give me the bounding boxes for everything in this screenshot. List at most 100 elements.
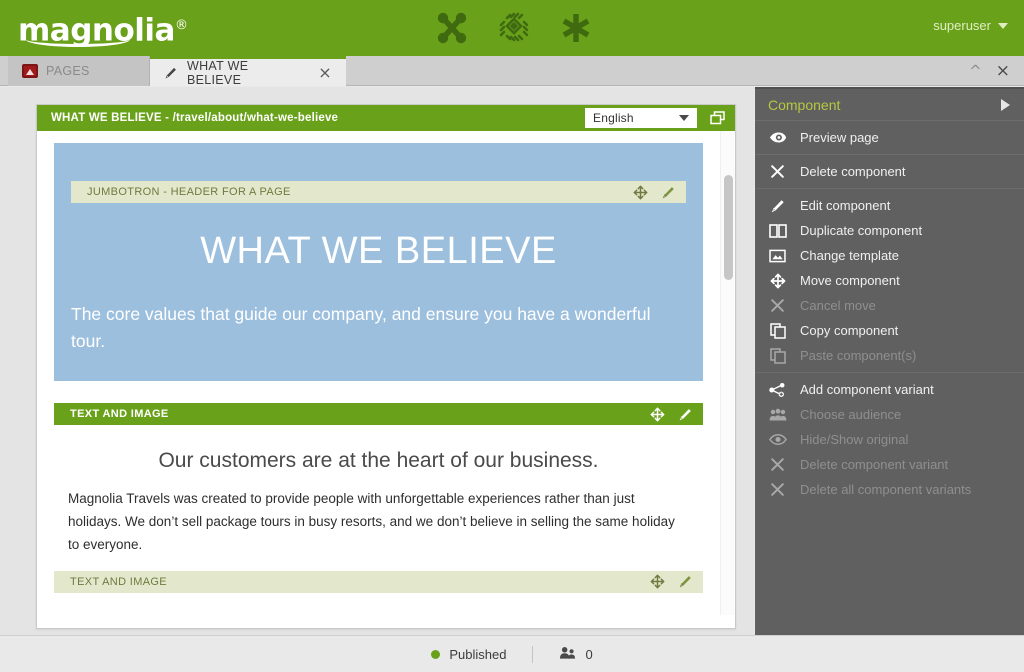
page-content: JUMBOTRON - HEADER FOR A PAGE (37, 131, 720, 593)
text-and-image-1-body: Magnolia Travels was created to provide … (54, 487, 703, 557)
sidebar-group-delete: Delete component (755, 154, 1024, 188)
text-and-image-1-tools (650, 407, 693, 422)
user-menu[interactable]: superuser (933, 18, 1008, 33)
sidebar-item-preview-page[interactable]: Preview page (755, 125, 1024, 150)
sidebar-header-component[interactable]: Component (755, 89, 1024, 120)
jumbotron-body: JUMBOTRON - HEADER FOR A PAGE (54, 143, 703, 381)
publish-status-label: Published (449, 647, 506, 662)
publish-status: Published (405, 647, 532, 662)
close-x-icon (768, 298, 787, 313)
page-scroll-region: JUMBOTRON - HEADER FOR A PAGE (37, 131, 736, 615)
sidebar-item-edit-component[interactable]: Edit component (755, 193, 1024, 218)
sidebar-item-label: Delete all component variants (800, 482, 971, 497)
text-and-image-1-heading: Our customers are at the heart of our bu… (54, 449, 703, 473)
chevron-down-icon (679, 115, 689, 121)
sidebar-title: Component (768, 97, 840, 113)
text-and-image-1-label: TEXT AND IMAGE (70, 408, 169, 420)
sidebar-item-add-component-variant[interactable]: Add component variant (755, 377, 1024, 402)
sidebar-item-label: Hide/Show original (800, 432, 908, 447)
text-and-image-2-label: TEXT AND IMAGE (70, 576, 167, 588)
top-bar: magnolia® (0, 0, 1024, 56)
language-select[interactable]: English (585, 108, 697, 128)
audience-icon (768, 408, 787, 422)
tab-active-label: WHAT WE BELIEVE (187, 59, 304, 87)
eye-icon (768, 131, 787, 144)
jumbotron-subtitle: The core values that guide our company, … (71, 301, 686, 355)
pages-app-icon (22, 64, 38, 78)
sidebar-item-delete-component-variant: Delete component variant (755, 452, 1024, 477)
chevron-right-icon[interactable] (1001, 99, 1010, 111)
pencil-icon[interactable] (661, 185, 676, 200)
jumbotron-bar-wrap: JUMBOTRON - HEADER FOR A PAGE (71, 181, 686, 231)
close-x-icon (768, 482, 787, 497)
sidebar-item-label: Duplicate component (800, 223, 922, 238)
tab-pages-label: PAGES (46, 64, 90, 78)
new-window-icon[interactable] (710, 111, 725, 128)
status-dot-icon (431, 650, 440, 659)
language-select-value: English (593, 111, 634, 125)
jumbotron-bar-label: JUMBOTRON - HEADER FOR A PAGE (87, 186, 291, 198)
user-name: superuser (933, 18, 991, 33)
move-arrows-icon (768, 273, 787, 289)
action-sidebar: Component Preview page (755, 87, 1024, 635)
favorites-icon[interactable] (554, 6, 598, 50)
sidebar-item-label: Delete component variant (800, 457, 948, 472)
tab-what-we-believe[interactable]: WHAT WE BELIEVE × (150, 56, 346, 86)
user-count-value: 0 (585, 647, 592, 662)
apps-icon[interactable] (492, 6, 536, 50)
text-and-image-2-bar[interactable]: TEXT AND IMAGE (54, 571, 703, 593)
sidebar-item-copy-component[interactable]: Copy component (755, 318, 1024, 343)
sidebar-item-label: Move component (800, 273, 900, 288)
jumbotron-component-bar[interactable]: JUMBOTRON - HEADER FOR A PAGE (71, 181, 686, 203)
sidebar-item-label: Paste component(s) (800, 348, 916, 363)
close-x-icon (768, 164, 787, 179)
sidebar-item-label: Add component variant (800, 382, 934, 397)
sidebar-item-delete-all-component-variants: Delete all component variants (755, 477, 1024, 502)
page-header-bar: WHAT WE BELIEVE - /travel/about/what-we-… (37, 105, 735, 131)
sidebar-item-label: Choose audience (800, 407, 901, 422)
move-arrows-icon[interactable] (650, 407, 665, 422)
magnolia-page-editor: magnolia® (0, 0, 1024, 672)
sidebar-item-label: Edit component (800, 198, 890, 213)
pencil-icon[interactable] (678, 407, 693, 422)
close-icon[interactable]: × (996, 63, 1010, 80)
tab-pages[interactable]: PAGES (8, 56, 150, 86)
status-bar: Published 0 (0, 635, 1024, 672)
sidebar-group-variants: Add component variant Choose audience (755, 372, 1024, 506)
sidebar-item-duplicate-component[interactable]: Duplicate component (755, 218, 1024, 243)
top-icon-group (430, 6, 598, 50)
tab-bar: PAGES WHAT WE BELIEVE × ^ × (0, 56, 1024, 86)
page-vertical-scrollbar[interactable] (720, 131, 735, 615)
page-vertical-scrollbar-thumb[interactable] (724, 175, 733, 280)
pencil-icon[interactable] (678, 574, 693, 589)
sidebar-item-label: Copy component (800, 323, 898, 338)
pencil-icon (768, 198, 787, 214)
user-count: 0 (532, 646, 618, 663)
sidebar-item-change-template[interactable]: Change template (755, 243, 1024, 268)
move-arrows-icon[interactable] (633, 185, 648, 200)
chevron-down-icon (998, 23, 1008, 29)
sidebar-group-edit: Edit component Duplicate component (755, 188, 1024, 372)
jumbotron-component[interactable]: JUMBOTRON - HEADER FOR A PAGE (37, 131, 720, 381)
eye-icon (768, 433, 787, 446)
collapse-chevron-up-icon[interactable]: ^ (969, 64, 982, 79)
sidebar-item-delete-component[interactable]: Delete component (755, 159, 1024, 184)
sidebar-item-hide-show-original: Hide/Show original (755, 427, 1024, 452)
pulse-icon[interactable] (430, 6, 474, 50)
page-frame: WHAT WE BELIEVE - /travel/about/what-we-… (36, 104, 736, 629)
tab-close-icon[interactable]: × (318, 65, 332, 81)
text-and-image-1-bar[interactable]: TEXT AND IMAGE (54, 403, 703, 425)
sidebar-item-label: Change template (800, 248, 899, 263)
sidebar-item-cancel-move: Cancel move (755, 293, 1024, 318)
sidebar-item-move-component[interactable]: Move component (755, 268, 1024, 293)
sidebar-item-choose-audience: Choose audience (755, 402, 1024, 427)
page-editor-canvas: WHAT WE BELIEVE - /travel/about/what-we-… (0, 87, 754, 635)
text-and-image-component-2[interactable]: TEXT AND IMAGE (37, 571, 720, 593)
sidebar-item-label: Preview page (800, 130, 879, 145)
jumbotron-title: WHAT WE BELIEVE (71, 231, 686, 273)
text-and-image-component-1[interactable]: TEXT AND IMAGE (37, 403, 720, 557)
move-arrows-icon[interactable] (650, 574, 665, 589)
jumbotron-bar-tools (633, 185, 676, 200)
sidebar-item-label: Cancel move (800, 298, 876, 313)
share-plus-icon (768, 382, 787, 398)
